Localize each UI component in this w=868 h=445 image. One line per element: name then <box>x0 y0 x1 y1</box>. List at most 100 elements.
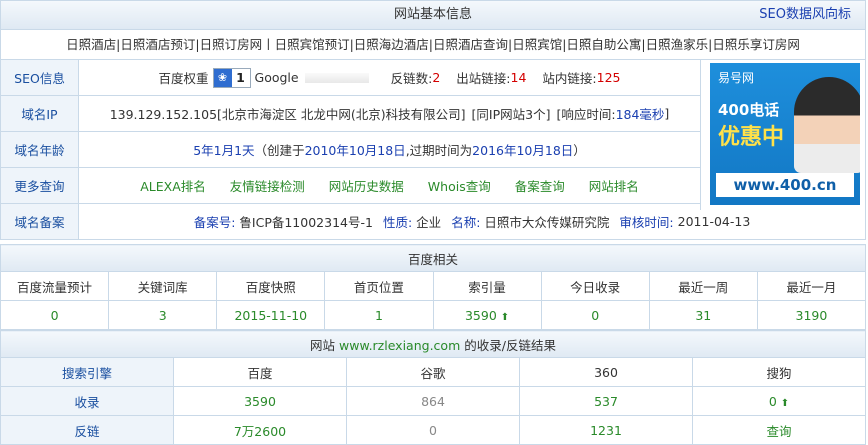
site-domain-link[interactable]: www.rzlexiang.com <box>339 338 460 353</box>
table-cell: 3190 <box>756 300 867 330</box>
age-mid: ,过期时间为 <box>405 143 473 158</box>
section-title: 网站基本信息 <box>393 7 472 22</box>
col-header: 百度快照 <box>216 271 326 301</box>
col-header: 首页位置 <box>324 271 434 301</box>
google-pr-bar <box>304 72 369 83</box>
row-ip: 域名IP 139.129.152.105[北京市海淀区 北龙中网(北京)科技有限… <box>0 96 700 132</box>
beian-no-value: 鲁ICP备11002314号-1 <box>239 215 373 230</box>
arrow-up-icon: ⬆ <box>780 397 790 409</box>
row-label: 域名IP <box>1 96 79 131</box>
section-header-basic: 网站基本信息 SEO数据风向标 <box>0 0 866 30</box>
table-cell[interactable]: 3590 <box>173 386 347 416</box>
table-row: 反链 7万2600 0 1231 查询 <box>0 415 866 445</box>
sogou-value: 0 <box>768 393 777 409</box>
arrow-up-icon: ⬆ <box>500 311 510 323</box>
age-pre: （创建于 <box>254 143 305 158</box>
whois-link[interactable]: Whois查询 <box>428 176 491 195</box>
table-cell: 0 <box>0 300 110 330</box>
ad-url: www.400.cn <box>716 173 854 197</box>
col-header: 索引量 <box>432 271 542 301</box>
ad-image[interactable]: 易号网 400电话 优惠中 www.400.cn <box>710 63 860 205</box>
col-header: 搜索引擎 <box>0 357 174 387</box>
row-more: 更多查询 ALEXA排名 友情链接检测 网站历史数据 Whois查询 备案查询 … <box>0 168 700 204</box>
seo-trend-link[interactable]: SEO数据风向标 <box>759 1 851 29</box>
beian-type-label: 性质: <box>382 215 413 230</box>
site-title-pre: 网站 <box>310 337 336 353</box>
col-header: 关键词库 <box>108 271 218 301</box>
same-ip-link[interactable]: [同IP网站3个] <box>472 104 551 123</box>
table-cell: 31 <box>648 300 758 330</box>
table-cell[interactable]: 7万2600 <box>173 415 347 445</box>
col-header: 百度 <box>173 357 347 387</box>
beian-name-label: 名称: <box>451 215 481 230</box>
ad-line1: 400电话 <box>718 101 780 119</box>
site-info-panel: 网站基本信息 SEO数据风向标 日照酒店|日照酒店预订|日照订房网丨日照宾馆预订… <box>0 0 868 445</box>
row-label: 反链 <box>0 415 174 445</box>
expire-date: 2016年10月18日 <box>472 143 574 158</box>
col-header: 最近一月 <box>756 271 867 301</box>
rank-link[interactable]: 网站排名 <box>589 176 639 195</box>
table-row: 收录 3590 864 537 0 ⬆ <box>0 386 866 416</box>
beian-link[interactable]: 备案查询 <box>515 176 565 195</box>
table-cell[interactable]: 2015-11-10 <box>216 300 326 330</box>
col-header: 谷歌 <box>346 357 520 387</box>
row-label: 域名年龄 <box>1 132 79 167</box>
age-post: ） <box>573 143 586 158</box>
col-header: 今日收录 <box>540 271 650 301</box>
row-value: 5年1月1天 （创建于 2010年10月18日 ,过期时间为 2016年10月18日） <box>79 132 700 167</box>
response-value: 184毫秒 <box>615 107 665 122</box>
table-cell[interactable]: 3590 ⬆ <box>432 300 542 330</box>
row-value: 139.129.152.105[北京市海淀区 北龙中网(北京)科技有限公司] [… <box>79 96 700 131</box>
row-label: 收录 <box>0 386 174 416</box>
table-header-row: 百度流量预计 关键词库 百度快照 首页位置 索引量 今日收录 最近一周 最近一月 <box>0 271 867 301</box>
ad-brand: 易号网 <box>718 71 755 85</box>
backlinks-label: 反链数: <box>390 71 433 86</box>
section-title: 网站 www.rzlexiang.com 的收录/反链结果 <box>0 330 866 358</box>
alexa-link[interactable]: ALEXA排名 <box>140 176 206 195</box>
ad-banner[interactable]: 易号网 400电话 优惠中 www.400.cn <box>700 60 866 210</box>
row-age: 域名年龄 5年1月1天 （创建于 2010年10月18日 ,过期时间为 2016年10… <box>0 132 700 168</box>
table-cell[interactable]: 537 <box>519 386 693 416</box>
table-cell: 3 <box>108 300 218 330</box>
friend-link-check[interactable]: 友情链接检测 <box>230 176 305 195</box>
table-header-row: 搜索引擎 百度 谷歌 360 搜狗 <box>0 357 866 387</box>
table-cell[interactable]: 1231 <box>519 415 693 445</box>
response-end: ] <box>664 106 670 121</box>
section-title: 百度相关 <box>0 244 866 272</box>
table-cell: 864 <box>346 386 520 416</box>
beian-type-value: 企业 <box>416 215 442 230</box>
google-label: Google <box>254 70 299 85</box>
table-cell: 0 <box>540 300 650 330</box>
row-seo: SEO信息 百度权重 ❀ 1 Google 反链数: 2 出站链接: 14 站内链接… <box>0 60 700 96</box>
domain-age: 5年1月1天 <box>193 143 255 158</box>
response-label: [响应时间: <box>556 107 616 122</box>
col-header: 百度流量预计 <box>0 271 110 301</box>
baidu-table: 百度相关 百度流量预计 关键词库 百度快照 首页位置 索引量 今日收录 最近一周… <box>0 244 867 330</box>
row-value: ALEXA排名 友情链接检测 网站历史数据 Whois查询 备案查询 网站排名 <box>79 168 700 203</box>
outbound-value[interactable]: 14 <box>511 70 527 85</box>
beian-name-value: 日照市大众传媒研究院 <box>484 215 610 230</box>
backlinks-value[interactable]: 2 <box>432 70 440 85</box>
beian-no-label: 备案号: <box>193 215 236 230</box>
index-value: 3590 <box>464 307 497 323</box>
beian-time-value: 2011-04-13 <box>677 214 751 229</box>
col-header: 360 <box>519 357 693 387</box>
site-title-post: 的收录/反链结果 <box>464 337 556 353</box>
site-table: 网站 www.rzlexiang.com 的收录/反链结果 搜索引擎 百度 谷歌… <box>0 330 866 445</box>
outbound-label: 出站链接: <box>456 71 511 86</box>
baidu-weight-label: 百度权重 <box>158 71 209 86</box>
col-header: 最近一周 <box>648 271 758 301</box>
ip-text: 139.129.152.105[北京市海淀区 北龙中网(北京)科技有限公司] <box>109 107 466 122</box>
table-row: 0 3 2015-11-10 1 3590 ⬆ 0 31 3190 <box>0 300 867 330</box>
row-value: 百度权重 ❀ 1 Google 反链数: 2 出站链接: 14 站内链接: 125 <box>79 60 700 95</box>
table-cell[interactable]: 0 ⬆ <box>692 386 866 416</box>
internal-label: 站内链接: <box>542 71 597 86</box>
baidu-weight-badge[interactable]: ❀ 1 <box>212 67 251 88</box>
beian-time-label: 审核时间: <box>619 215 674 230</box>
person-icon <box>794 77 860 173</box>
internal-value[interactable]: 125 <box>597 70 621 85</box>
baidu-weight-value: 1 <box>236 70 245 85</box>
history-link[interactable]: 网站历史数据 <box>329 176 404 195</box>
site-keywords: 日照酒店|日照酒店预订|日照订房网丨日照宾馆预订|日照海边酒店|日照酒店查询|日… <box>0 30 866 60</box>
query-link[interactable]: 查询 <box>692 415 866 445</box>
